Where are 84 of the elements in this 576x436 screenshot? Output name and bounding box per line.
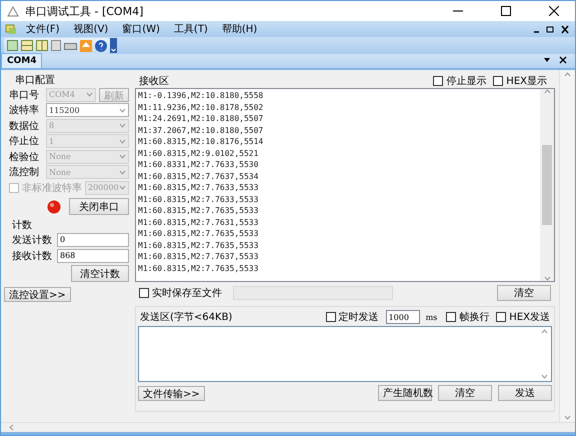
data-line: M1:60.8315,M2:7.7635,5533: [138, 262, 260, 274]
menu-item[interactable]: 窗口(W): [117, 22, 165, 36]
checkbox-label: HEX发送: [509, 311, 550, 324]
scroll-up-icon[interactable]: [540, 329, 548, 334]
menu-item[interactable]: 文件(F): [21, 22, 65, 36]
action-button[interactable]: 清空: [438, 385, 492, 401]
action-button[interactable]: 产生随机数: [378, 385, 432, 401]
scroll-left-icon[interactable]: [9, 424, 14, 431]
data-line: M1:60.8331,M2:7.7633,5530: [138, 159, 260, 170]
scroll-down-icon[interactable]: [544, 276, 550, 281]
group-title: 串口配置: [15, 74, 56, 87]
checkbox[interactable]: [446, 312, 456, 322]
data-line: M1:60.8315,M2:9.0102,5521: [138, 148, 260, 159]
dropdown-caret-icon[interactable]: [119, 108, 126, 113]
flow-control-button[interactable]: 流控设置>>: [4, 287, 71, 302]
field-label: 发送计数: [12, 234, 53, 246]
action-button[interactable]: 发送: [498, 385, 552, 401]
tab[interactable]: COM4: [1, 53, 42, 68]
checkbox-label: 帧换行: [459, 310, 490, 324]
data-line: M1:60.8315,M2:7.7633,5533: [138, 182, 260, 194]
horizontal-scrollbar[interactable]: [1, 422, 575, 435]
counter-field: 0: [57, 232, 129, 246]
counter-field: 868: [57, 248, 129, 262]
menu-item[interactable]: 帮助(H): [216, 22, 262, 36]
field-label: 检验位: [9, 150, 40, 164]
checkbox-label: 定时发送: [338, 310, 379, 324]
mdi-controls-icon[interactable]: [533, 24, 569, 34]
field-label: 停止位: [9, 134, 40, 148]
checkbox-label: 停止显示: [446, 74, 486, 88]
window-title: 串口调试工具 - [COM4]: [25, 4, 144, 18]
checkbox-label: 非标准波特率: [22, 182, 82, 195]
field-label: 波特率: [9, 104, 40, 118]
help-icon[interactable]: [95, 40, 107, 52]
field-label: 接收计数: [12, 250, 53, 262]
data-line: M1:11.9236,M2:10.8178,5502: [138, 102, 264, 113]
data-line: M1:24.2691,M2:10.8180,5507: [138, 113, 264, 124]
unit-label: ms: [426, 312, 438, 322]
data-line: M1:60.8315,M2:7.7635,5533: [138, 240, 260, 251]
scrollbar[interactable]: [559, 70, 575, 422]
dropdown[interactable]: 115200: [46, 103, 129, 118]
menu-item[interactable]: 视图(V): [68, 22, 114, 36]
scroll-up-icon[interactable]: [564, 72, 571, 77]
scrollbar[interactable]: [540, 89, 554, 281]
data-line: M1:60.8315,M2:7.7635,5533: [138, 228, 260, 240]
scroll-down-icon[interactable]: [564, 415, 571, 420]
close-tab-icon[interactable]: [559, 56, 567, 64]
vertical-split-icon[interactable]: [36, 40, 48, 51]
group-title: 计数: [12, 218, 33, 232]
checkbox[interactable]: [326, 312, 336, 322]
data-line: M1:60.8315,M2:7.7635,5533: [138, 205, 260, 216]
image-icon[interactable]: [7, 40, 18, 51]
clear-button[interactable]: 清空: [497, 285, 551, 301]
scroll-up-icon[interactable]: [544, 89, 550, 94]
checkbox-label: HEX显示: [506, 75, 547, 88]
close-icon[interactable]: [549, 6, 559, 16]
scroll-down-icon[interactable]: [540, 374, 548, 379]
field-label: 串口号: [9, 88, 40, 102]
data-line: M1:-0.1396,M2:10.8180,5558: [138, 90, 264, 102]
menu-item[interactable]: 工具(T): [168, 22, 213, 36]
horizontal-split-icon[interactable]: [21, 40, 33, 51]
file-transfer-button[interactable]: 文件传输>>: [138, 386, 205, 400]
data-line: M1:60.8315,M2:7.7637,5533: [138, 251, 260, 262]
checkbox[interactable]: [496, 312, 506, 322]
app-icon: [7, 6, 19, 16]
toolbar-overflow-icon[interactable]: [110, 38, 117, 53]
receive-area-title: 接收区: [139, 74, 170, 88]
app-menu-icon[interactable]: [5, 23, 17, 35]
checkbox[interactable]: [139, 288, 149, 298]
maximize-icon[interactable]: [501, 6, 511, 16]
data-line: M1:60.8315,M2:10.8176,5514: [138, 136, 264, 148]
data-line: M1:60.8315,M2:7.7631,5533: [138, 216, 260, 228]
field-label: 流控制: [9, 166, 40, 180]
interval-field[interactable]: 1000: [386, 310, 420, 324]
send-area-title: 发送区(字节<64KB): [140, 310, 234, 324]
field-label: 数据位: [9, 120, 40, 133]
close-port-button[interactable]: 关闭串口: [69, 198, 129, 215]
checkbox-label: 实时保存至文件: [152, 286, 222, 300]
data-line: M1:60.8315,M2:7.7633,5533: [138, 194, 260, 205]
data-line: M1:60.8315,M2:7.7637,5534: [138, 170, 260, 182]
data-line: M1:37.2067,M2:10.8180,5507: [138, 124, 264, 136]
checkbox[interactable]: [493, 76, 504, 86]
clear-count-button[interactable]: 清空计数: [71, 265, 129, 282]
tab-list-icon[interactable]: [543, 56, 551, 64]
checkbox[interactable]: [433, 76, 444, 86]
